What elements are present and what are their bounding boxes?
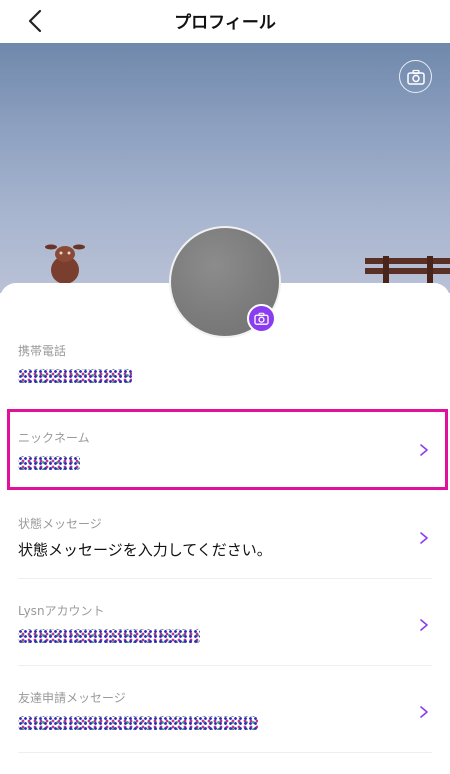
phone-value-masked — [18, 369, 132, 383]
chevron-right-icon — [420, 619, 428, 631]
divider — [18, 752, 432, 753]
lysn-account-label: Lysnアカウント — [18, 604, 105, 618]
top-bar: プロフィール — [0, 0, 450, 43]
friend-request-message-label: 友達申請メッセージ — [18, 691, 126, 705]
lysn-account-value-masked — [18, 629, 200, 643]
status-message-label: 状態メッセージ — [18, 517, 102, 531]
status-message-row[interactable]: 状態メッセージ 状態メッセージを入力してください。 — [18, 516, 432, 560]
lysn-account-row[interactable]: Lysnアカウント — [18, 603, 432, 643]
cover-camera-button[interactable] — [399, 60, 432, 93]
status-message-value: 状態メッセージを入力してください。 — [18, 541, 272, 559]
avatar-camera-button[interactable] — [247, 304, 276, 333]
page-title: プロフィール — [174, 13, 276, 33]
divider — [18, 578, 432, 579]
phone-field: 携帯電話 — [18, 343, 432, 383]
camera-icon — [254, 312, 269, 325]
chevron-right-icon — [420, 532, 428, 544]
camera-icon — [406, 69, 425, 85]
phone-label: 携帯電話 — [18, 344, 67, 358]
chevron-right-icon — [420, 706, 428, 718]
friend-request-message-row[interactable]: 友達申請メッセージ — [18, 690, 432, 730]
highlight-box — [7, 409, 448, 490]
divider — [18, 665, 432, 666]
sheep-figure — [45, 244, 85, 284]
friend-request-message-value-masked — [18, 716, 258, 730]
